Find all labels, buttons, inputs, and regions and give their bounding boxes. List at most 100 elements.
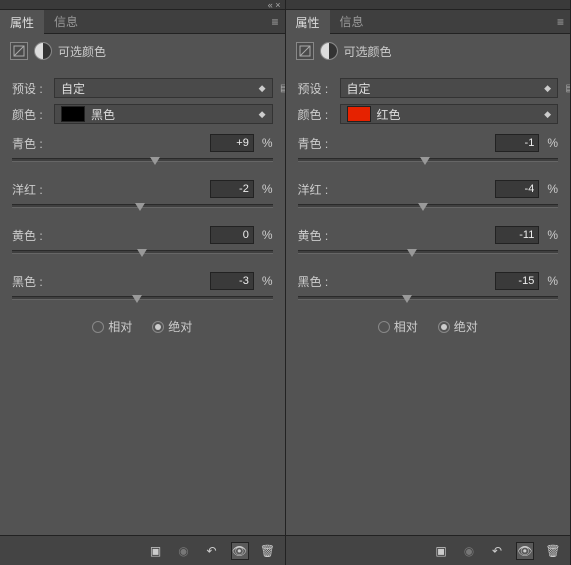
color-swatch [347, 106, 371, 122]
section-title-text: 可选颜色 [58, 43, 106, 60]
radio-absolute[interactable]: 绝对 [438, 318, 478, 335]
radio-relative[interactable]: 相对 [92, 318, 132, 335]
percent-label: % [547, 274, 558, 288]
colors-label: 颜色 : [298, 106, 334, 123]
black-label: 黑色 : [12, 273, 60, 290]
preset-label: 预设 : [12, 80, 48, 97]
magenta-input[interactable] [210, 180, 254, 198]
yellow-input[interactable] [495, 226, 539, 244]
slider-thumb[interactable] [407, 249, 417, 257]
cyan-label: 青色 : [12, 135, 60, 152]
black-track[interactable] [12, 296, 273, 300]
preset-menu-icon[interactable]: ▤ [566, 83, 570, 94]
chevron-down-icon: ◆ [259, 83, 266, 94]
chevron-down-icon: ◆ [544, 109, 551, 120]
magenta-track[interactable] [12, 204, 273, 208]
visibility-icon[interactable]: 👁 [231, 542, 249, 560]
cyan-label: 青色 : [298, 135, 346, 152]
slider-thumb[interactable] [137, 249, 147, 257]
method-radios: 相对 绝对 [12, 318, 273, 335]
yellow-track[interactable] [12, 250, 273, 254]
tab-properties[interactable]: 属性 [0, 9, 44, 35]
method-radios: 相对 绝对 [298, 318, 559, 335]
black-input[interactable] [495, 272, 539, 290]
magenta-input[interactable] [495, 180, 539, 198]
radio-relative[interactable]: 相对 [378, 318, 418, 335]
percent-label: % [262, 228, 273, 242]
preset-dropdown[interactable]: 自定 ◆ ▤ [340, 78, 559, 98]
chevron-down-icon: ◆ [544, 83, 551, 94]
tab-info[interactable]: 信息 [330, 9, 374, 34]
preset-menu-icon[interactable]: ▤ [280, 83, 284, 94]
preset-value: 自定 [61, 80, 85, 97]
preset-dropdown[interactable]: 自定 ◆ ▤ [54, 78, 273, 98]
magenta-label: 洋红 : [12, 181, 60, 198]
magenta-label: 洋红 : [298, 181, 346, 198]
colors-dropdown[interactable]: 黑色 ◆ [54, 104, 273, 124]
window-topbar: « × [0, 0, 285, 10]
colors-label: 颜色 : [12, 106, 48, 123]
percent-label: % [262, 182, 273, 196]
preset-value: 自定 [347, 80, 371, 97]
yellow-track[interactable] [298, 250, 559, 254]
panel-tabs: 属性 信息 ≡ [286, 10, 571, 34]
view-previous-icon[interactable]: ◉ [175, 542, 193, 560]
section-title-text: 可选颜色 [344, 43, 392, 60]
color-name: 红色 [377, 106, 401, 123]
panel-content: 预设 : 自定 ◆ ▤ 颜色 : 红色 ◆ 青色 : % [286, 68, 571, 535]
black-label: 黑色 : [298, 273, 346, 290]
panel-footer: ▣ ◉ ↶ 👁 🗑 [0, 535, 285, 565]
cyan-input[interactable] [495, 134, 539, 152]
slider-thumb[interactable] [135, 203, 145, 211]
cyan-track[interactable] [12, 158, 273, 162]
mask-icon[interactable] [320, 42, 338, 60]
cyan-track[interactable] [298, 158, 559, 162]
reset-icon[interactable]: ↶ [488, 542, 506, 560]
black-slider: 黑色 : % [12, 272, 273, 300]
panel-menu-icon[interactable]: ≡ [271, 15, 278, 29]
trash-icon[interactable]: 🗑 [544, 542, 562, 560]
trash-icon[interactable]: 🗑 [259, 542, 277, 560]
window-controls[interactable]: « × [268, 0, 281, 10]
window-topbar [286, 0, 571, 10]
magenta-track[interactable] [298, 204, 559, 208]
properties-panel-left: « × 属性 信息 ≡ 可选颜色 预设 : 自定 ◆ ▤ 颜色 : 黑色 ◆ [0, 0, 286, 565]
panel-menu-icon[interactable]: ≡ [557, 15, 564, 29]
clip-icon[interactable]: ▣ [432, 542, 450, 560]
black-input[interactable] [210, 272, 254, 290]
slider-thumb[interactable] [150, 157, 160, 165]
slider-thumb[interactable] [402, 295, 412, 303]
visibility-icon[interactable]: 👁 [516, 542, 534, 560]
reset-icon[interactable]: ↶ [203, 542, 221, 560]
panel-content: 预设 : 自定 ◆ ▤ 颜色 : 黑色 ◆ 青色 : % [0, 68, 285, 535]
radio-absolute[interactable]: 绝对 [152, 318, 192, 335]
color-swatch [61, 106, 85, 122]
chevron-down-icon: ◆ [259, 109, 266, 120]
properties-panel-right: 属性 信息 ≡ 可选颜色 预设 : 自定 ◆ ▤ 颜色 : 红色 ◆ [286, 0, 571, 565]
percent-label: % [547, 136, 558, 150]
percent-label: % [262, 274, 273, 288]
view-previous-icon[interactable]: ◉ [460, 542, 478, 560]
cyan-input[interactable] [210, 134, 254, 152]
slider-thumb[interactable] [132, 295, 142, 303]
panel-tabs: 属性 信息 ≡ [0, 10, 285, 34]
selective-color-icon [10, 42, 28, 60]
panel-footer: ▣ ◉ ↶ 👁 🗑 [286, 535, 571, 565]
yellow-slider: 黄色 : % [12, 226, 273, 254]
yellow-slider: 黄色 : % [298, 226, 559, 254]
percent-label: % [262, 136, 273, 150]
tab-info[interactable]: 信息 [44, 9, 88, 34]
tab-properties[interactable]: 属性 [286, 9, 330, 35]
adjustment-header: 可选颜色 [286, 34, 571, 68]
slider-thumb[interactable] [418, 203, 428, 211]
percent-label: % [547, 182, 558, 196]
black-slider: 黑色 : % [298, 272, 559, 300]
clip-icon[interactable]: ▣ [147, 542, 165, 560]
black-track[interactable] [298, 296, 559, 300]
slider-thumb[interactable] [420, 157, 430, 165]
cyan-slider: 青色 : % [12, 134, 273, 162]
percent-label: % [547, 228, 558, 242]
mask-icon[interactable] [34, 42, 52, 60]
yellow-input[interactable] [210, 226, 254, 244]
colors-dropdown[interactable]: 红色 ◆ [340, 104, 559, 124]
